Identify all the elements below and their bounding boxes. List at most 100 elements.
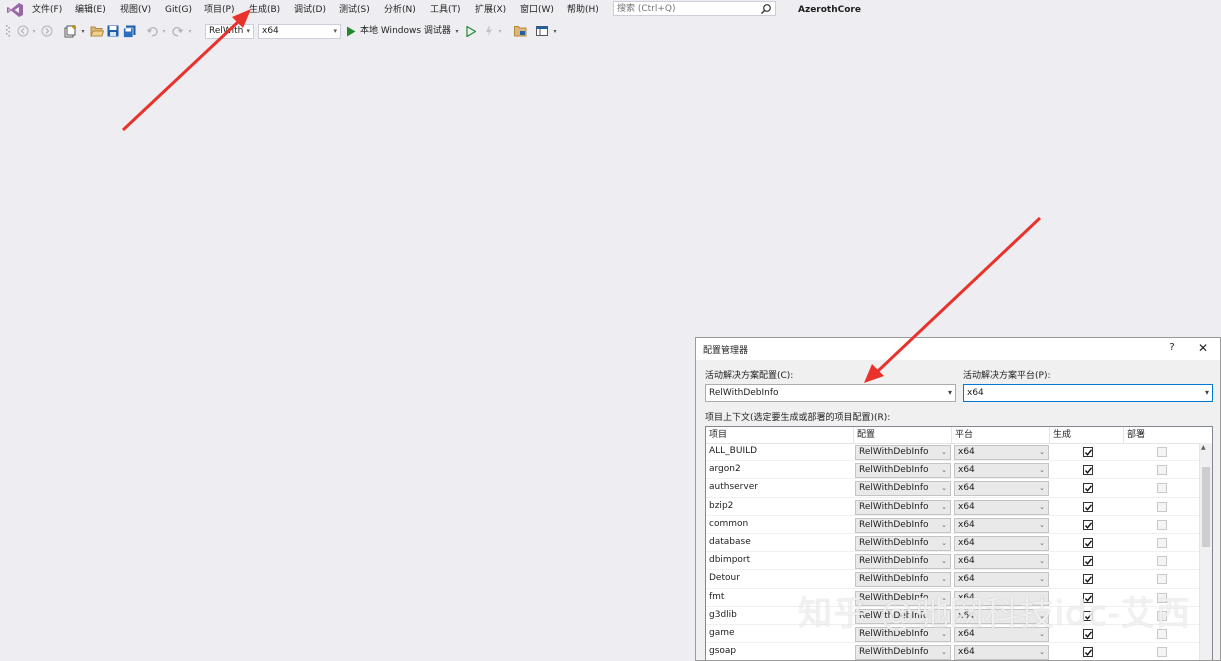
deploy-checkbox[interactable] <box>1157 628 1167 639</box>
build-checkbox[interactable] <box>1083 483 1093 494</box>
build-checkbox[interactable] <box>1083 610 1093 621</box>
table-row[interactable]: argon2 RelWithDebInfo ⌄ x64 ⌄ <box>706 461 1200 480</box>
menu-view[interactable]: 视图(V) <box>120 3 151 17</box>
redo-dropdown-icon[interactable]: ▾ <box>186 23 194 39</box>
build-checkbox[interactable] <box>1083 556 1093 567</box>
toolbar-options-icon[interactable]: ▾ <box>551 23 559 39</box>
deploy-checkbox[interactable] <box>1157 592 1167 603</box>
menu-file[interactable]: 文件(F) <box>32 3 62 17</box>
menu-test[interactable]: 测试(S) <box>339 3 370 17</box>
project-config-combo[interactable]: RelWithDebInfo ⌄ <box>855 572 951 588</box>
menu-help[interactable]: 帮助(H) <box>567 3 599 17</box>
project-config-combo[interactable]: RelWithDebInfo ⌄ <box>855 554 951 570</box>
back-dropdown-icon[interactable]: ▾ <box>30 23 38 39</box>
new-dropdown-icon[interactable]: ▾ <box>79 23 87 39</box>
redo-icon[interactable] <box>171 23 185 39</box>
build-checkbox[interactable] <box>1083 647 1093 658</box>
hot-reload-icon[interactable] <box>482 23 496 39</box>
debug-target-dropdown-icon[interactable]: ▾ <box>453 23 461 39</box>
project-platform-combo[interactable]: x64 ⌄ <box>954 554 1049 570</box>
project-platform-combo[interactable]: x64 ⌄ <box>954 645 1049 660</box>
solution-config-combo[interactable]: RelWith ▾ <box>205 24 254 39</box>
column-header-deploy[interactable]: 部署 <box>1124 427 1200 443</box>
scroll-up-icon[interactable]: ▲ <box>1201 444 1206 451</box>
help-button[interactable]: ? <box>1167 342 1177 353</box>
active-config-combo[interactable]: RelWithDebInfo ▾ <box>705 384 956 402</box>
project-config-combo[interactable]: RelWithDebInfo ⌄ <box>855 463 951 479</box>
project-platform-combo[interactable]: x64 ⌄ <box>954 463 1049 479</box>
new-project-icon[interactable] <box>63 23 79 39</box>
project-platform-combo[interactable]: x64 ⌄ <box>954 499 1049 515</box>
start-without-debugging-icon[interactable] <box>464 23 478 39</box>
build-checkbox[interactable] <box>1083 465 1093 476</box>
build-checkbox[interactable] <box>1083 537 1093 548</box>
table-row[interactable]: Detour RelWithDebInfo ⌄ x64 ⌄ <box>706 570 1200 589</box>
solution-explorer-icon[interactable] <box>513 23 527 39</box>
project-config-combo[interactable]: RelWithDebInfo ⌄ <box>855 445 951 460</box>
project-platform-combo[interactable]: x64 ⌄ <box>954 626 1049 642</box>
undo-icon[interactable] <box>145 23 159 39</box>
column-header-config[interactable]: 配置 <box>854 427 952 443</box>
start-debugging-button[interactable]: 本地 Windows 调试器 <box>360 25 451 38</box>
project-platform-combo[interactable]: x64 ⌄ <box>954 590 1049 606</box>
menu-project[interactable]: 项目(P) <box>204 3 234 17</box>
menu-analyze[interactable]: 分析(N) <box>384 3 416 17</box>
project-platform-combo[interactable]: x64 ⌄ <box>954 445 1049 460</box>
open-folder-icon[interactable] <box>89 23 105 39</box>
build-checkbox[interactable] <box>1083 447 1093 457</box>
project-platform-combo[interactable]: x64 ⌄ <box>954 572 1049 588</box>
table-row[interactable]: ALL_BUILD RelWithDebInfo ⌄ x64 ⌄ <box>706 443 1200 462</box>
project-platform-combo[interactable]: x64 ⌄ <box>954 481 1049 497</box>
close-icon[interactable]: ✕ <box>1196 341 1210 355</box>
menu-debug[interactable]: 调试(D) <box>294 3 326 17</box>
project-platform-combo[interactable]: x64 ⌄ <box>954 608 1049 624</box>
window-layout-icon[interactable] <box>535 23 549 39</box>
project-config-combo[interactable]: RelWithDebInfo ⌄ <box>855 608 951 624</box>
deploy-checkbox[interactable] <box>1157 537 1167 548</box>
grid-scrollbar[interactable]: ▲ <box>1199 443 1212 660</box>
deploy-checkbox[interactable] <box>1157 556 1167 567</box>
hot-reload-dropdown-icon[interactable]: ▾ <box>496 23 504 39</box>
build-checkbox[interactable] <box>1083 592 1093 603</box>
table-row[interactable]: game RelWithDebInfo ⌄ x64 ⌄ <box>706 625 1200 644</box>
save-icon[interactable] <box>106 23 120 39</box>
menu-edit[interactable]: 编辑(E) <box>75 3 106 17</box>
project-config-combo[interactable]: RelWithDebInfo ⌄ <box>855 499 951 515</box>
menu-build[interactable]: 生成(B) <box>249 3 280 17</box>
project-config-combo[interactable]: RelWithDebInfo ⌄ <box>855 626 951 642</box>
deploy-checkbox[interactable] <box>1157 501 1167 512</box>
deploy-checkbox[interactable] <box>1157 465 1167 476</box>
solution-platform-combo[interactable]: x64 ▾ <box>258 24 341 39</box>
navigate-forward-icon[interactable] <box>40 23 54 39</box>
project-config-combo[interactable]: RelWithDebInfo ⌄ <box>855 645 951 660</box>
table-row[interactable]: database RelWithDebInfo ⌄ x64 ⌄ <box>706 534 1200 553</box>
save-all-icon[interactable] <box>122 23 136 39</box>
deploy-checkbox[interactable] <box>1157 610 1167 621</box>
table-row[interactable]: gsoap RelWithDebInfo ⌄ x64 ⌄ <box>706 643 1200 660</box>
table-row[interactable]: dbimport RelWithDebInfo ⌄ x64 ⌄ <box>706 552 1200 571</box>
search-box[interactable] <box>613 1 776 16</box>
column-header-build[interactable]: 生成 <box>1050 427 1124 443</box>
deploy-checkbox[interactable] <box>1157 447 1167 457</box>
build-checkbox[interactable] <box>1083 519 1093 530</box>
project-config-combo[interactable]: RelWithDebInfo ⌄ <box>855 481 951 497</box>
project-config-combo[interactable]: RelWithDebInfo ⌄ <box>855 590 951 606</box>
table-row[interactable]: authserver RelWithDebInfo ⌄ x64 ⌄ <box>706 479 1200 498</box>
menu-git[interactable]: Git(G) <box>165 3 192 17</box>
build-checkbox[interactable] <box>1083 574 1093 585</box>
project-platform-combo[interactable]: x64 ⌄ <box>954 535 1049 551</box>
scrollbar-thumb[interactable] <box>1202 467 1210 547</box>
deploy-checkbox[interactable] <box>1157 574 1167 585</box>
project-config-combo[interactable]: RelWithDebInfo ⌄ <box>855 517 951 533</box>
deploy-checkbox[interactable] <box>1157 519 1167 530</box>
column-header-project[interactable]: 项目 <box>706 427 854 443</box>
column-header-platform[interactable]: 平台 <box>952 427 1050 443</box>
deploy-checkbox[interactable] <box>1157 483 1167 494</box>
search-icon[interactable] <box>760 3 772 15</box>
active-platform-combo[interactable]: x64 ▾ <box>963 384 1213 402</box>
menu-tools[interactable]: 工具(T) <box>430 3 461 17</box>
menu-extensions[interactable]: 扩展(X) <box>475 3 506 17</box>
build-checkbox[interactable] <box>1083 628 1093 639</box>
project-platform-combo[interactable]: x64 ⌄ <box>954 517 1049 533</box>
table-row[interactable]: common RelWithDebInfo ⌄ x64 ⌄ <box>706 516 1200 534</box>
